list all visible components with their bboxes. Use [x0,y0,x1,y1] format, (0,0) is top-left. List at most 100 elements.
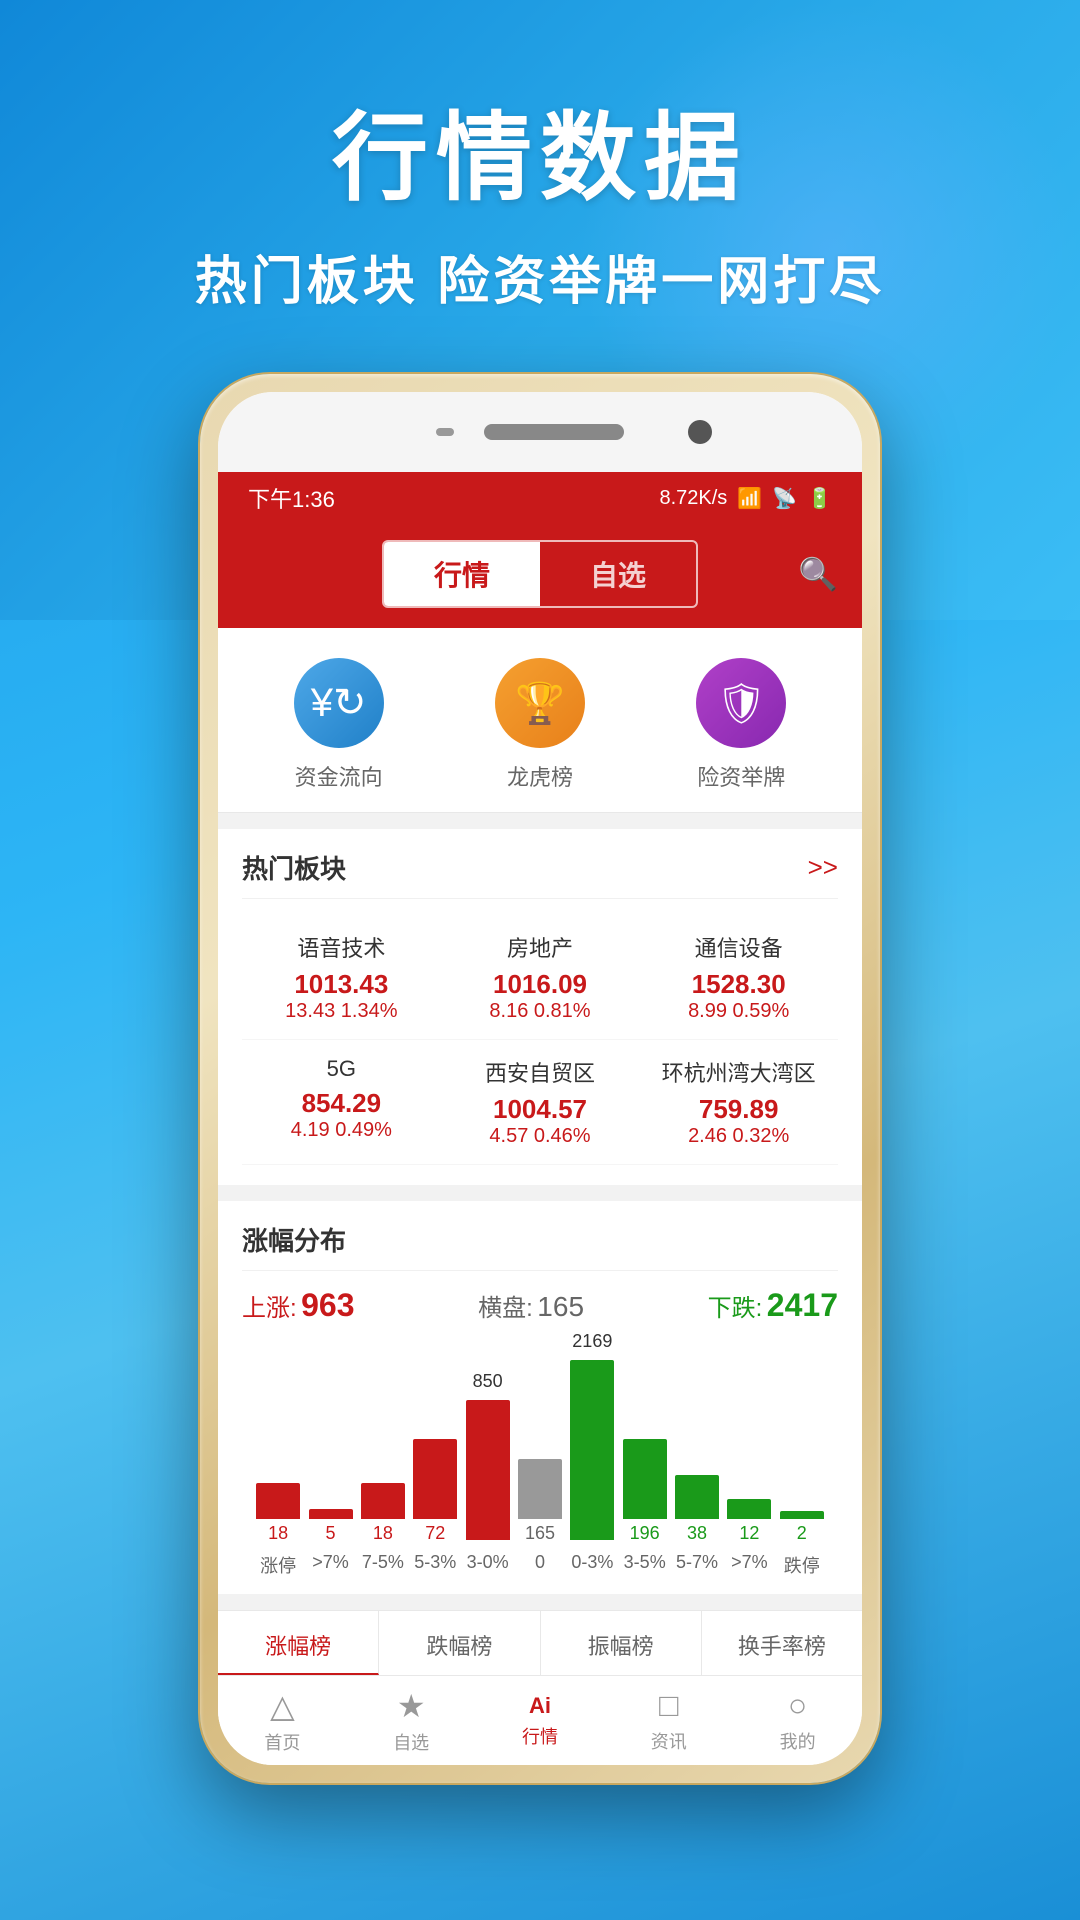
hot-sectors-title: 热门板块 [242,849,346,886]
hot-sectors-more[interactable]: >> [808,852,838,883]
phone-sensor [436,428,454,436]
nav-home[interactable]: △ 首页 [264,1687,300,1755]
ai-icon: Ai [529,1693,551,1719]
sector-change-1: 8.16 0.81% [489,1000,590,1023]
tab-amplitude-rank[interactable]: 振幅榜 [541,1611,702,1675]
fund-flow-icon: ¥↻ [294,658,384,748]
sector-item-3[interactable]: 5G 854.29 4.19 0.49% [242,1040,441,1165]
content-area: ¥↻ 资金流向 🏆 龙虎榜 🛡 险资举牌 [218,628,862,1765]
bar-3 [413,1439,457,1519]
nav-news[interactable]: □ 资讯 [651,1687,687,1754]
sector-item-2[interactable]: 通信设备 1528.30 8.99 0.59% [639,915,838,1040]
sector-change-0: 13.43 1.34% [285,1000,397,1023]
action-fund-flow[interactable]: ¥↻ 资金流向 [294,658,384,792]
nav-bottom: △ 首页 ★ 自选 Ai 行情 □ 资讯 [218,1675,862,1765]
fall-group: 下跌: 2417 [708,1287,838,1324]
bar-col-1: 5 [309,1501,353,1544]
nav-watchlist[interactable]: ★ 自选 [393,1687,429,1755]
tab-rise-rank[interactable]: 涨幅榜 [218,1611,379,1675]
x-label-10: 跌停 [776,1552,828,1578]
bar-0 [256,1483,300,1519]
bar-val-label-9: 12 [739,1523,759,1544]
bar-col-5: 165 [518,1451,562,1544]
sector-value-3: 854.29 [302,1088,382,1119]
bar-col-2: 18 [361,1475,405,1544]
x-label-7: 3-5% [619,1552,671,1578]
x-label-6: 0-3% [566,1552,618,1578]
sectors-grid: 语音技术 1013.43 13.43 1.34% 房地产 1016.09 8.1… [242,915,838,1165]
sector-value-4: 1004.57 [493,1094,587,1125]
sector-item-0[interactable]: 语音技术 1013.43 13.43 1.34% [242,915,441,1040]
bar-6 [570,1360,614,1540]
insurance-icon: 🛡 [696,658,786,748]
quick-actions: ¥↻ 资金流向 🏆 龙虎榜 🛡 险资举牌 [218,628,862,813]
status-bar: 下午1:36 8.72K/s 📶 📡 🔋 [218,472,862,524]
sector-name-0: 语音技术 [297,931,385,963]
tab-group[interactable]: 行情 自选 [382,540,698,608]
bar-val-label-0: 18 [268,1523,288,1544]
sector-item-5[interactable]: 环杭州湾大湾区 759.89 2.46 0.32% [639,1040,838,1165]
rise-count: 963 [301,1287,354,1323]
tab-turnover-rank[interactable]: 换手率榜 [702,1611,862,1675]
bar-val-label-8: 38 [687,1523,707,1544]
flat-group: 横盘: 165 [478,1288,584,1323]
x-label-8: 5-7% [671,1552,723,1578]
sector-change-5: 2.46 0.32% [688,1125,789,1148]
sector-name-4: 西安自贸区 [485,1056,595,1088]
action-insurance[interactable]: 🛡 险资举牌 [696,658,786,792]
signal-icon: 📶 [737,486,762,511]
flat-label: 横盘: [478,1295,533,1322]
bar-col-4: 850 [466,1371,510,1544]
action-dragon-tiger[interactable]: 🏆 龙虎榜 [495,658,585,792]
distribution-chart: 1851872850165216919638122 [242,1344,838,1544]
sector-name-2: 通信设备 [695,931,783,963]
star-icon: ★ [397,1687,426,1725]
phone-mockup: 下午1:36 8.72K/s 📶 📡 🔋 行情 自选 🔍 [0,374,1080,1783]
bar-val-label-1: 5 [326,1523,336,1544]
bar-col-0: 18 [256,1475,300,1544]
distribution-title: 涨幅分布 [242,1221,838,1271]
sector-item-1[interactable]: 房地产 1016.09 8.16 0.81% [441,915,640,1040]
bar-col-3: 72 [413,1431,457,1544]
bar-8 [675,1475,719,1519]
rise-group: 上涨: 963 [242,1287,355,1324]
sector-item-4[interactable]: 西安自贸区 1004.57 4.57 0.46% [441,1040,640,1165]
fall-count: 2417 [767,1287,838,1323]
bar-7 [623,1439,667,1519]
x-label-2: 7-5% [357,1552,409,1578]
phone-outer-frame: 下午1:36 8.72K/s 📶 📡 🔋 行情 自选 🔍 [200,374,880,1783]
nav-profile-label: 我的 [780,1728,816,1754]
tab-watchlist[interactable]: 自选 [540,542,696,606]
x-label-1: >7% [304,1552,356,1578]
nav-profile[interactable]: ○ 我的 [780,1687,816,1754]
sector-value-0: 1013.43 [294,969,388,1000]
nav-news-label: 资讯 [651,1728,687,1754]
bar-2 [361,1483,405,1519]
chart-x-labels: 涨停>7%7-5%5-3%3-0%00-3%3-5%5-7%>7%跌停 [242,1544,838,1594]
bar-4 [466,1400,510,1540]
distribution-section: 涨幅分布 上涨: 963 横盘: 165 下跌: 2417 [218,1201,862,1594]
bar-1 [309,1509,353,1519]
status-network: 8.72K/s [659,487,727,510]
dragon-tiger-label: 龙虎榜 [507,760,573,792]
sector-value-1: 1016.09 [493,969,587,1000]
phone-speaker [484,424,624,440]
sector-name-3: 5G [327,1056,356,1082]
phone-top-bezel [218,392,862,472]
bar-9 [727,1499,771,1519]
flat-count: 165 [537,1291,584,1322]
x-label-4: 3-0% [461,1552,513,1578]
nav-market[interactable]: Ai 行情 [522,1693,558,1749]
sector-value-2: 1528.30 [692,969,786,1000]
hot-sectors-header: 热门板块 >> [242,849,838,899]
x-label-3: 5-3% [409,1552,461,1578]
search-button[interactable]: 🔍 [798,555,838,593]
bar-val-label-3: 72 [425,1523,445,1544]
tab-fall-rank[interactable]: 跌幅榜 [379,1611,540,1675]
tab-market[interactable]: 行情 [384,542,540,606]
x-label-9: >7% [723,1552,775,1578]
bar-col-7: 196 [623,1431,667,1544]
dragon-tiger-icon: 🏆 [495,658,585,748]
nav-market-label: 行情 [522,1723,558,1749]
rise-label: 上涨: [242,1295,297,1322]
